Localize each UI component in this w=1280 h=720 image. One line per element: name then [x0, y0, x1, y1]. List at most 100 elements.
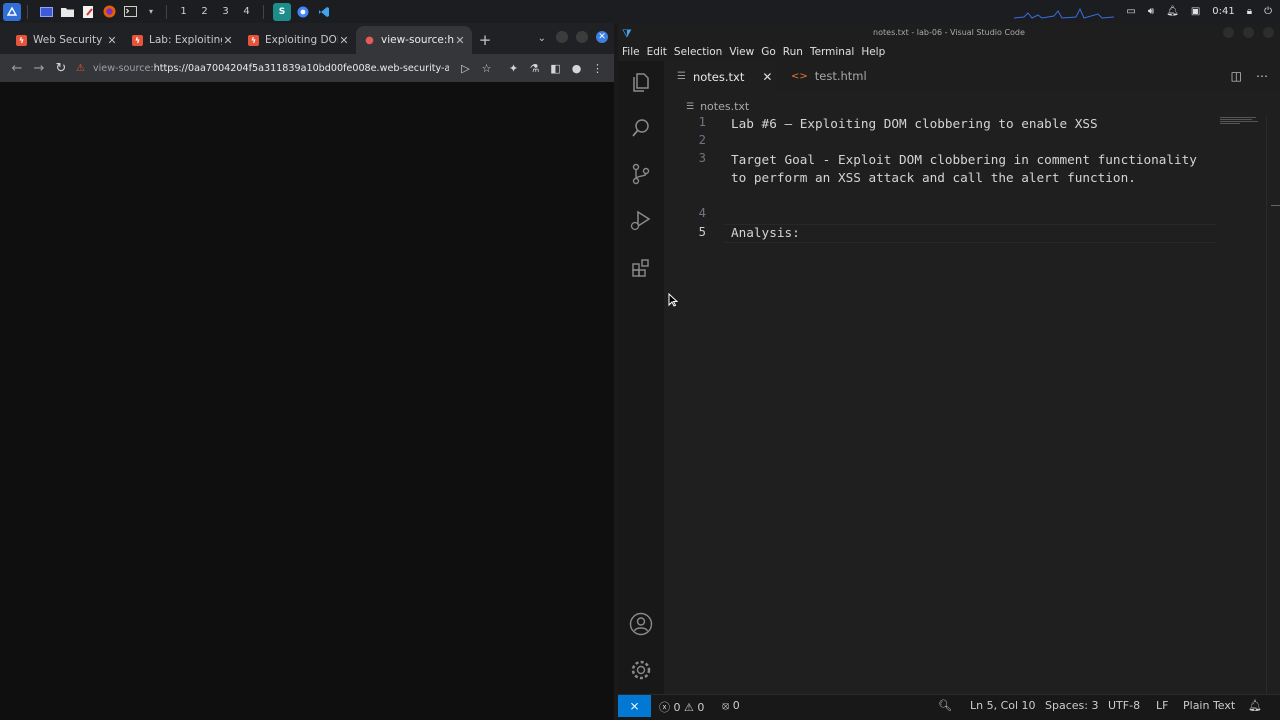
flask-extension-icon[interactable]: ⚗: [524, 62, 545, 75]
bookmark-star-icon[interactable]: ☆: [476, 62, 497, 75]
tab-label: test.html: [814, 69, 867, 83]
clock[interactable]: 0:41: [1212, 6, 1234, 17]
problems-indicator[interactable]: ⓧ 0 ⚠︎ 0: [659, 699, 704, 715]
menu-selection[interactable]: Selection: [674, 46, 722, 58]
address-bar[interactable]: ⚠︎ view-source: https://0aa7004204f5a311…: [76, 57, 449, 79]
code-line[interactable]: Analysis:: [731, 224, 1211, 242]
minimize-button[interactable]: [1223, 27, 1234, 38]
not-secure-icon[interactable]: ⚠︎: [76, 63, 85, 74]
close-icon[interactable]: ✕: [222, 34, 234, 47]
browser-tab-view-source[interactable]: ● view-source:ht ✕: [356, 26, 472, 54]
browser-tab-exploiting-dom[interactable]: ϟ Exploiting DOM ✕: [240, 26, 356, 54]
workspace-4[interactable]: 4: [236, 6, 257, 17]
lock-screen-icon[interactable]: 🔒︎: [1247, 6, 1252, 17]
language-mode[interactable]: Plain Text: [1183, 699, 1235, 712]
run-debug-icon[interactable]: [629, 209, 653, 233]
explorer-icon[interactable]: [629, 70, 653, 94]
line-number: 3: [698, 151, 706, 165]
minimap[interactable]: [1220, 117, 1260, 125]
reload-icon[interactable]: ↻: [50, 61, 72, 76]
close-window-button[interactable]: ✕: [596, 31, 608, 43]
extensions-icon[interactable]: [629, 256, 653, 280]
notification-bell-icon[interactable]: 🔔︎: [1166, 6, 1179, 17]
browser-toolbar: ← → ↻ ⚠︎ view-source: https://0aa7004204…: [0, 54, 614, 82]
portswigger-favicon-icon: ϟ: [16, 34, 27, 46]
terminal-icon[interactable]: [121, 3, 139, 21]
indentation[interactable]: Spaces: 3: [1045, 699, 1098, 712]
accounts-icon[interactable]: [629, 612, 653, 636]
close-icon[interactable]: ✕: [338, 34, 350, 47]
text-file-icon: ☰: [686, 101, 695, 112]
chrome-task-icon[interactable]: [294, 3, 312, 21]
menu-edit[interactable]: Edit: [647, 46, 667, 58]
code-line[interactable]: Target Goal - Exploit DOM clobbering in …: [731, 151, 1211, 187]
battery-lock-icon[interactable]: ▣: [1191, 6, 1200, 17]
maximize-button[interactable]: [576, 31, 588, 43]
menu-bar: File Edit Selection View Go Run Terminal…: [618, 43, 1280, 61]
search-icon[interactable]: [629, 116, 653, 140]
source-control-icon[interactable]: [629, 162, 653, 186]
editor-scrollbar[interactable]: [1266, 115, 1280, 702]
menu-file[interactable]: File: [622, 46, 640, 58]
maximize-button[interactable]: [1243, 27, 1254, 38]
close-icon[interactable]: ✕: [106, 34, 118, 47]
cursor-position[interactable]: Ln 5, Col 10: [970, 699, 1036, 712]
power-icon[interactable]: ⏻: [1264, 6, 1272, 17]
send-tab-icon[interactable]: ▷: [455, 62, 476, 75]
forward-arrow-icon[interactable]: →: [28, 61, 50, 76]
text-editor[interactable]: 1 Lab #6 – Exploiting DOM clobbering to …: [664, 115, 1280, 702]
notifications-bell-icon[interactable]: 🔔︎: [1248, 699, 1262, 712]
menu-help[interactable]: Help: [861, 46, 885, 58]
file-manager-icon[interactable]: [58, 3, 76, 21]
workspace-3[interactable]: 3: [215, 6, 236, 17]
remote-indicator-icon[interactable]: ⨯: [618, 695, 651, 717]
app-menu-icon[interactable]: [3, 2, 21, 21]
mouse-pointer-icon: [668, 293, 678, 307]
menu-terminal[interactable]: Terminal: [810, 46, 854, 58]
tab-test-html[interactable]: <> test.html: [777, 61, 881, 91]
text-file-icon: ☰: [677, 71, 686, 82]
new-tab-button[interactable]: +: [472, 26, 498, 54]
back-arrow-icon[interactable]: ←: [6, 61, 28, 76]
tab-search-chevron-icon[interactable]: ⌄: [538, 33, 546, 44]
url-scheme: view-source:: [92, 62, 154, 74]
breadcrumb[interactable]: ☰ notes.txt: [664, 91, 1280, 115]
volume-icon[interactable]: 🔊︎: [1148, 6, 1154, 17]
text-editor-icon[interactable]: [79, 3, 97, 21]
desktop-icon[interactable]: [37, 3, 55, 21]
display-icon[interactable]: ▭: [1126, 6, 1135, 17]
vscode-task-icon[interactable]: [315, 3, 333, 21]
manage-gear-icon[interactable]: [629, 658, 653, 682]
close-window-button[interactable]: [1263, 27, 1274, 38]
side-panel-icon[interactable]: ◧: [545, 62, 566, 75]
end-of-line[interactable]: LF: [1156, 699, 1168, 712]
browser-tab-web-security-academy[interactable]: ϟ Web Security Ac ✕: [8, 26, 124, 54]
page-content[interactable]: [0, 82, 614, 720]
activity-bar: [618, 61, 664, 702]
zoom-icon[interactable]: 🔍︎: [938, 699, 952, 712]
more-actions-icon[interactable]: ⋯: [1256, 69, 1268, 83]
minimize-button[interactable]: [556, 31, 568, 43]
code-line[interactable]: Lab #6 – Exploiting DOM clobbering to en…: [731, 115, 1211, 133]
extensions-icon[interactable]: ✦: [503, 62, 524, 75]
close-icon[interactable]: ✕: [454, 34, 466, 47]
close-icon[interactable]: ✕: [762, 70, 772, 84]
menu-go[interactable]: Go: [761, 46, 776, 58]
workspace-1[interactable]: 1: [173, 6, 194, 17]
encoding[interactable]: UTF-8: [1108, 699, 1140, 712]
launcher-dropdown-icon[interactable]: ▾: [142, 3, 160, 21]
firefox-icon[interactable]: [100, 3, 118, 21]
burp-suite-task-icon[interactable]: S: [273, 2, 291, 21]
browser-menu-icon[interactable]: ⋮: [587, 62, 608, 75]
ports-indicator[interactable]: ⦻ 0: [722, 699, 740, 713]
menu-view[interactable]: View: [729, 46, 754, 58]
browser-tab-lab-exploiting[interactable]: ϟ Lab: Exploiting ✕: [124, 26, 240, 54]
menu-run[interactable]: Run: [783, 46, 803, 58]
taskbar-separator: [263, 4, 264, 19]
breadcrumb-file[interactable]: notes.txt: [700, 100, 749, 113]
workspace-2[interactable]: 2: [194, 6, 215, 17]
tab-notes-txt[interactable]: ☰ notes.txt ✕: [664, 61, 777, 91]
editor-tab-bar: ☰ notes.txt ✕ <> test.html ◫ ⋯: [664, 61, 1280, 91]
profile-icon[interactable]: ●: [566, 62, 587, 75]
split-editor-icon[interactable]: ◫: [1231, 69, 1242, 83]
